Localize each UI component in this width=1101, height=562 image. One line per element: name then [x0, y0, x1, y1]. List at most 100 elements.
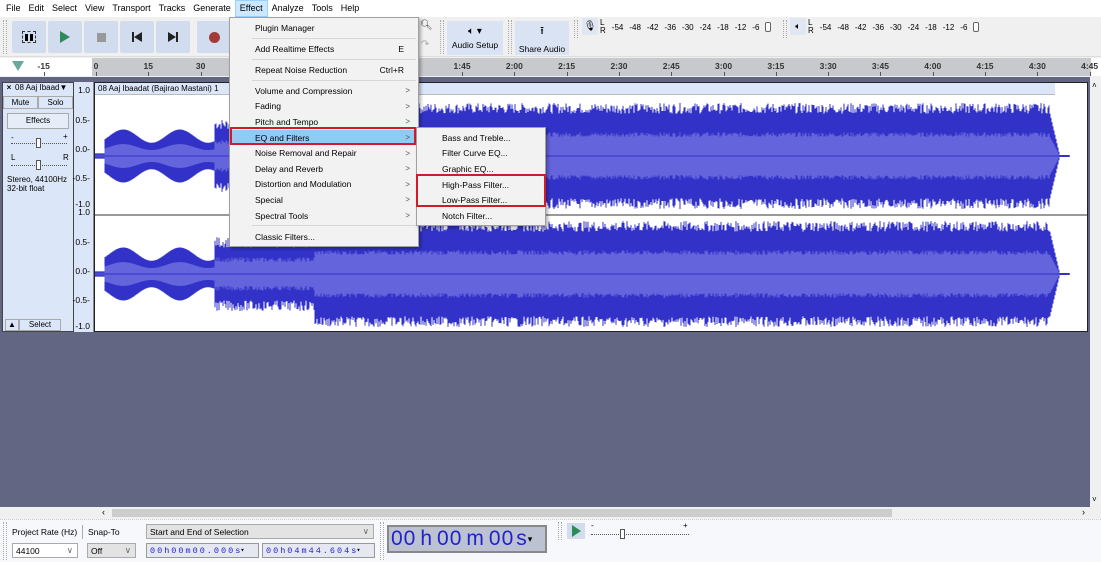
- ruler-tick-mark: [566, 72, 568, 76]
- record-button[interactable]: [197, 21, 231, 53]
- ruler-tick-mark: [148, 72, 150, 76]
- menu-item-volume-compression[interactable]: Volume and Compression >: [230, 83, 418, 99]
- toolbar-grip[interactable]: [380, 522, 384, 560]
- timeline-ruler[interactable]: -1501530451:001:151:301:452:002:152:302:…: [0, 58, 1101, 76]
- playback-speed-slider[interactable]: [591, 534, 689, 535]
- horizontal-scroll-thumb[interactable]: [112, 509, 892, 517]
- menu-item-special[interactable]: Special >: [230, 192, 418, 208]
- meter-right-label: R: [808, 26, 814, 35]
- ruler-tick-label: 1:45: [453, 61, 471, 71]
- pan-slider-handle[interactable]: [36, 160, 41, 170]
- ruler-tick-label: 4:45: [1081, 61, 1099, 71]
- menu-item-plugin-manager[interactable]: Plugin Manager: [230, 20, 418, 36]
- play-button[interactable]: [48, 21, 82, 53]
- menu-effect[interactable]: Effect: [234, 0, 268, 17]
- toolbar-grip[interactable]: [3, 20, 7, 54]
- collapse-track-icon[interactable]: ▲: [5, 319, 19, 331]
- horizontal-scrollbar[interactable]: ‹ ›: [0, 507, 1101, 519]
- selection-end-time[interactable]: 00h04m44.604s ▾: [262, 543, 375, 558]
- menu-tools[interactable]: Tools: [308, 0, 337, 17]
- meter-slider-handle[interactable]: [973, 22, 980, 32]
- selection-mode-value: Start and End of Selection: [150, 526, 249, 537]
- menu-analyze[interactable]: Analyze: [268, 0, 308, 17]
- menu-help[interactable]: Help: [337, 0, 364, 17]
- share-audio-button[interactable]: ⭱ Share Audio: [515, 21, 569, 55]
- record-meter-button[interactable]: 🎙︎: [582, 18, 598, 35]
- toolbar-grip[interactable]: [440, 20, 444, 54]
- menu-file[interactable]: File: [2, 0, 25, 17]
- time-minutes: 00: [437, 527, 463, 550]
- playback-speed-handle[interactable]: [620, 529, 625, 539]
- audio-setup-button[interactable]: 🔈︎ ▾ Audio Setup: [447, 21, 503, 55]
- shortcut-label: Ctrl+R: [379, 64, 404, 75]
- menu-transport[interactable]: Transport: [108, 0, 154, 17]
- timeline-options-icon[interactable]: [12, 61, 24, 71]
- scroll-right-icon[interactable]: ›: [1082, 507, 1085, 517]
- toolbar-grip[interactable]: [558, 522, 562, 540]
- speaker-icon: 🔈︎ ▾: [468, 26, 482, 37]
- menu-item-add-realtime-effects[interactable]: Add Realtime Effects E: [230, 41, 418, 57]
- chevron-right-icon: >: [405, 211, 410, 221]
- stop-button[interactable]: [84, 21, 118, 53]
- project-rate-select[interactable]: 44100 ∨: [12, 543, 78, 558]
- play-at-speed-button[interactable]: [567, 523, 585, 539]
- ruler-tick-label: 2:30: [610, 61, 628, 71]
- menu-item-fading[interactable]: Fading >: [230, 99, 418, 115]
- ruler-tick-mark: [43, 72, 45, 76]
- pan-right-label: R: [63, 153, 69, 162]
- menu-item-delay-reverb[interactable]: Delay and Reverb >: [230, 161, 418, 177]
- meter-tick-label: -48: [629, 22, 641, 32]
- menu-item-bass-treble[interactable]: Bass and Treble...: [417, 130, 545, 146]
- selection-mode-select[interactable]: Start and End of Selection ∨: [146, 524, 374, 539]
- skip-end-button[interactable]: [156, 21, 190, 53]
- solo-button[interactable]: Solo: [38, 96, 73, 109]
- menu-view[interactable]: View: [81, 0, 108, 17]
- menu-select[interactable]: Select: [48, 0, 81, 17]
- skip-start-button[interactable]: [120, 21, 154, 53]
- scroll-up-icon[interactable]: ˄: [1092, 81, 1097, 90]
- snap-to-select[interactable]: Off ∨: [87, 543, 136, 558]
- effects-button[interactable]: Effects: [7, 113, 69, 129]
- gain-slider-handle[interactable]: [36, 138, 41, 148]
- menu-item-label: Classic Filters...: [255, 231, 315, 242]
- scroll-left-icon[interactable]: ‹: [102, 507, 105, 517]
- chevron-right-icon: >: [405, 86, 410, 96]
- toolbar-grip[interactable]: [508, 20, 512, 54]
- menu-item-distortion-modulation[interactable]: Distortion and Modulation >: [230, 177, 418, 193]
- menu-item-spectral-tools[interactable]: Spectral Tools >: [230, 208, 418, 224]
- meter-tick-label: -24: [907, 22, 920, 32]
- menu-edit[interactable]: Edit: [25, 0, 49, 17]
- meter-slider-handle[interactable]: [765, 22, 772, 32]
- menu-item-repeat-noise-reduction[interactable]: Repeat Noise Reduction Ctrl+R: [230, 62, 418, 78]
- scroll-down-icon[interactable]: ˅: [1092, 495, 1097, 504]
- mute-button[interactable]: Mute: [3, 96, 38, 109]
- menu-generate[interactable]: Generate: [189, 0, 235, 17]
- menu-item-classic-filters[interactable]: Classic Filters...: [230, 229, 418, 245]
- menu-tracks[interactable]: Tracks: [155, 0, 190, 17]
- pause-button[interactable]: [12, 21, 46, 53]
- toolbar-grip[interactable]: [783, 20, 787, 38]
- menu-item-filter-curve-eq[interactable]: Filter Curve EQ...: [417, 146, 545, 162]
- zoom-icon[interactable]: 🔍︎: [420, 20, 433, 31]
- track-name-menu[interactable]: 08 Aaj Ibaad▼: [15, 83, 73, 95]
- toolbar-grip[interactable]: [574, 20, 578, 38]
- redo-icon[interactable]: ↷: [421, 39, 429, 50]
- meter-tick-label: -30: [890, 22, 902, 32]
- selection-start-time[interactable]: 00h00m00.000s ▾: [146, 543, 259, 558]
- time-m-unit: m: [466, 527, 485, 550]
- playback-meter[interactable]: L R -54 -48 -42 -36 -30 -24 -18 -12 -6: [808, 19, 988, 35]
- menu-item-notch-filter[interactable]: Notch Filter...: [417, 208, 545, 224]
- playback-meter-button[interactable]: 🔈︎: [790, 18, 806, 35]
- track-control-panel: × 08 Aaj Ibaad▼ Mute Solo Effects - + L …: [2, 82, 74, 332]
- close-track-icon[interactable]: ×: [3, 83, 15, 95]
- vertical-scrollbar[interactable]: ˄ ˅: [1090, 77, 1101, 507]
- chevron-right-icon: >: [405, 101, 410, 111]
- ruler-tick-label: 4:00: [924, 61, 942, 71]
- select-track-button[interactable]: Select: [19, 319, 61, 331]
- toolbar-grip[interactable]: [3, 522, 7, 560]
- menu-item-noise-removal[interactable]: Noise Removal and Repair >: [230, 145, 418, 161]
- record-meter[interactable]: L R -54 -48 -42 -36 -30 -24 -18 -12 -6: [600, 19, 780, 35]
- ruler-tick-mark: [514, 72, 516, 76]
- time-display[interactable]: 00 h 00 m 00 s ▾: [387, 525, 547, 553]
- speaker-icon: 🔈︎: [795, 21, 801, 31]
